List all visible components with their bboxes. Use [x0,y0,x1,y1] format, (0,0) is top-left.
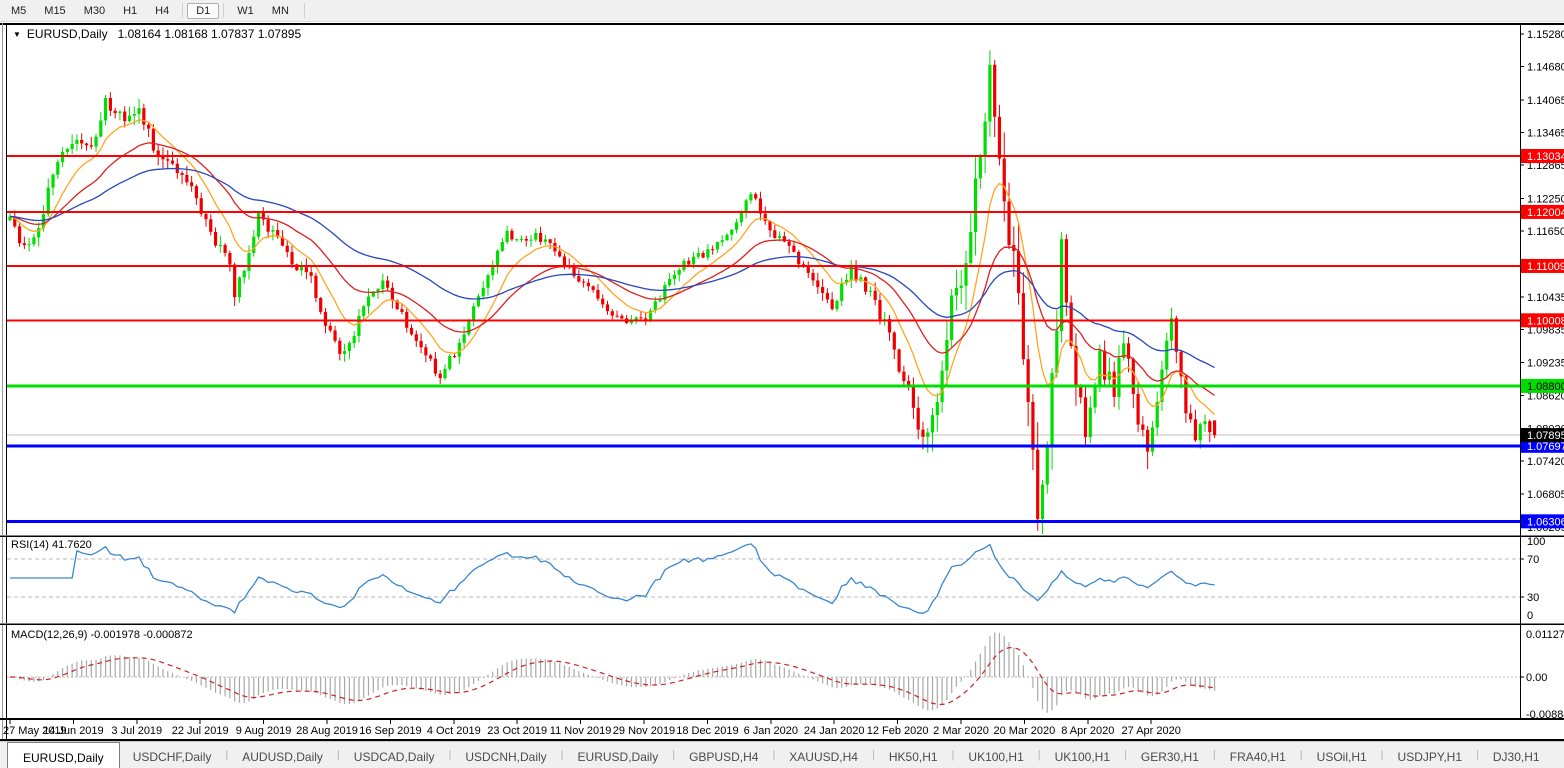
svg-text:9 Aug 2019: 9 Aug 2019 [236,725,292,737]
rsi-indicator-label: RSI(14) 41.7620 [11,539,92,551]
svg-text:11 Nov 2019: 11 Nov 2019 [550,725,612,737]
svg-text:1.06306: 1.06306 [1527,516,1564,528]
macd-scale-label: 0.011277 [1526,629,1564,641]
price-label-1.10008: 1.10008 [1521,313,1564,328]
toolbar-separator [223,3,225,18]
tab-xauusd-h4[interactable]: XAUUSD,H4 [776,742,871,767]
toolbar-separator [303,3,305,18]
svg-text:8 Apr 2020: 8 Apr 2020 [1061,725,1114,737]
chart-ohlc-values: 1.08164 1.08168 1.07837 1.07895 [117,27,302,41]
toolbar-separator [182,3,184,18]
tab-usoil-h1[interactable]: USOil,H1 [1304,742,1380,767]
tab-usdcad-daily[interactable]: USDCAD,Daily [341,742,448,767]
price-label-1.08800: 1.08800 [1521,378,1564,393]
tab-usdjpy-h1[interactable]: USDJPY,H1 [1385,742,1475,767]
svg-text:23 Oct 2019: 23 Oct 2019 [487,725,547,737]
rsi-scale-label: 100 [1527,536,1545,548]
tab-eurusd-daily[interactable]: EURUSD,Daily [565,742,672,767]
tab-usdchf-daily[interactable]: USDCHF,Daily [120,742,225,767]
svg-text:12 Feb 2020: 12 Feb 2020 [867,725,929,737]
svg-text:4 Oct 2019: 4 Oct 2019 [427,725,481,737]
svg-text:1.08800: 1.08800 [1527,381,1564,393]
timeframe-mn-button[interactable]: MN [263,3,298,19]
chart-window: 1.15280 1.14680 1.14065 1.13465 1.12865 1.122… [0,22,1564,741]
timeframe-w1-button[interactable]: W1 [228,3,263,19]
svg-text:14 Jun 2019: 14 Jun 2019 [43,725,104,737]
svg-text:2 Mar 2020: 2 Mar 2020 [933,725,989,737]
tab-audusd-daily[interactable]: AUDUSD,Daily [229,742,336,767]
svg-text:1.12250: 1.12250 [1527,194,1564,206]
svg-text:1.11009: 1.11009 [1527,261,1564,273]
timeframe-m5-button[interactable]: M5 [2,3,35,19]
svg-text:1.10008: 1.10008 [1527,315,1564,327]
svg-text:1.09235: 1.09235 [1527,357,1564,369]
macd-indicator-label: MACD(12,26,9) -0.001978 -0.000872 [11,629,193,641]
svg-text:1.13465: 1.13465 [1527,128,1564,140]
svg-text:28 Aug 2019: 28 Aug 2019 [296,725,358,737]
svg-text:1.14680: 1.14680 [1527,62,1564,74]
price-label-1.06306: 1.06306 [1521,514,1564,529]
tab-scroll-buttons: ◄► [1553,742,1564,767]
price-chart-canvas[interactable]: 1.152801.146801.140651.134651.128651.122… [0,22,1564,741]
timeframe-toolbar: M5 M15 M30 H1 H4 D1 W1 MN [0,0,1564,22]
rsi-scale-label: 0 [1527,610,1533,622]
svg-text:24 Jan 2020: 24 Jan 2020 [804,725,865,737]
svg-text:20 Mar 2020: 20 Mar 2020 [994,725,1056,737]
svg-text:1.07420: 1.07420 [1527,456,1564,468]
timeframe-d1-button[interactable]: D1 [187,2,220,19]
svg-text:1.07895: 1.07895 [1527,430,1564,442]
tab-dj30-h1[interactable]: DJ30,H1 [1480,742,1553,767]
timeframe-h4-button[interactable]: H4 [146,3,178,19]
chart-symbol-label: EURUSD,Daily [26,27,108,41]
chart-tab-bar: EURUSD,Daily USDCHF,Daily | AUDUSD,Daily | US… [0,741,1564,768]
svg-text:3 Jul 2019: 3 Jul 2019 [111,725,162,737]
svg-text:6 Jan 2020: 6 Jan 2020 [744,725,798,737]
svg-text:1.12004: 1.12004 [1527,207,1564,219]
tab-ger30-h1[interactable]: GER30,H1 [1128,742,1212,767]
svg-text:1.14065: 1.14065 [1527,95,1564,107]
svg-text:29 Nov 2019: 29 Nov 2019 [613,725,675,737]
chart-title: ▼ EURUSD,Daily 1.08164 1.08168 1.07837 1… [13,27,301,41]
svg-text:1.11650: 1.11650 [1527,226,1564,238]
rsi-scale-label: 70 [1527,554,1539,566]
svg-text:1.06805: 1.06805 [1527,489,1564,501]
timeframe-m15-button[interactable]: M15 [35,3,74,19]
tab-hk50-h1[interactable]: HK50,H1 [876,742,951,767]
current-price-label: 1.07895 [1521,428,1564,443]
tab-uk100-h1[interactable]: UK100,H1 [955,742,1036,767]
macd-scale-label: 0.00 [1526,672,1547,684]
price-label-1.11009: 1.11009 [1521,258,1564,273]
svg-text:1.07697: 1.07697 [1527,441,1564,453]
svg-text:27 Apr 2020: 27 Apr 2020 [1122,725,1181,737]
timeframe-h1-button[interactable]: H1 [114,3,146,19]
tab-eurusd-daily[interactable]: EURUSD,Daily [7,742,120,768]
tab-uk100-h1[interactable]: UK100,H1 [1042,742,1123,767]
timeframe-m30-button[interactable]: M30 [75,3,114,19]
svg-text:16 Sep 2019: 16 Sep 2019 [359,725,421,737]
rsi-scale-label: 30 [1527,592,1539,604]
chart-menu-arrow-icon[interactable]: ▼ [13,30,21,39]
tab-gbpusd-h4[interactable]: GBPUSD,H4 [676,742,771,767]
tab-fra40-h1[interactable]: FRA40,H1 [1217,742,1299,767]
svg-text:1.10435: 1.10435 [1527,292,1564,304]
svg-text:1.15280: 1.15280 [1527,29,1564,41]
price-label-1.12004: 1.12004 [1521,204,1564,219]
price-label-1.13034: 1.13034 [1521,149,1564,163]
macd-scale-label: -0.008845 [1526,709,1564,721]
tab-usdcnh-daily[interactable]: USDCNH,Daily [452,742,559,767]
svg-text:1.13034: 1.13034 [1527,151,1564,163]
svg-text:18 Dec 2019: 18 Dec 2019 [676,725,738,737]
svg-text:22 Jul 2019: 22 Jul 2019 [172,725,229,737]
